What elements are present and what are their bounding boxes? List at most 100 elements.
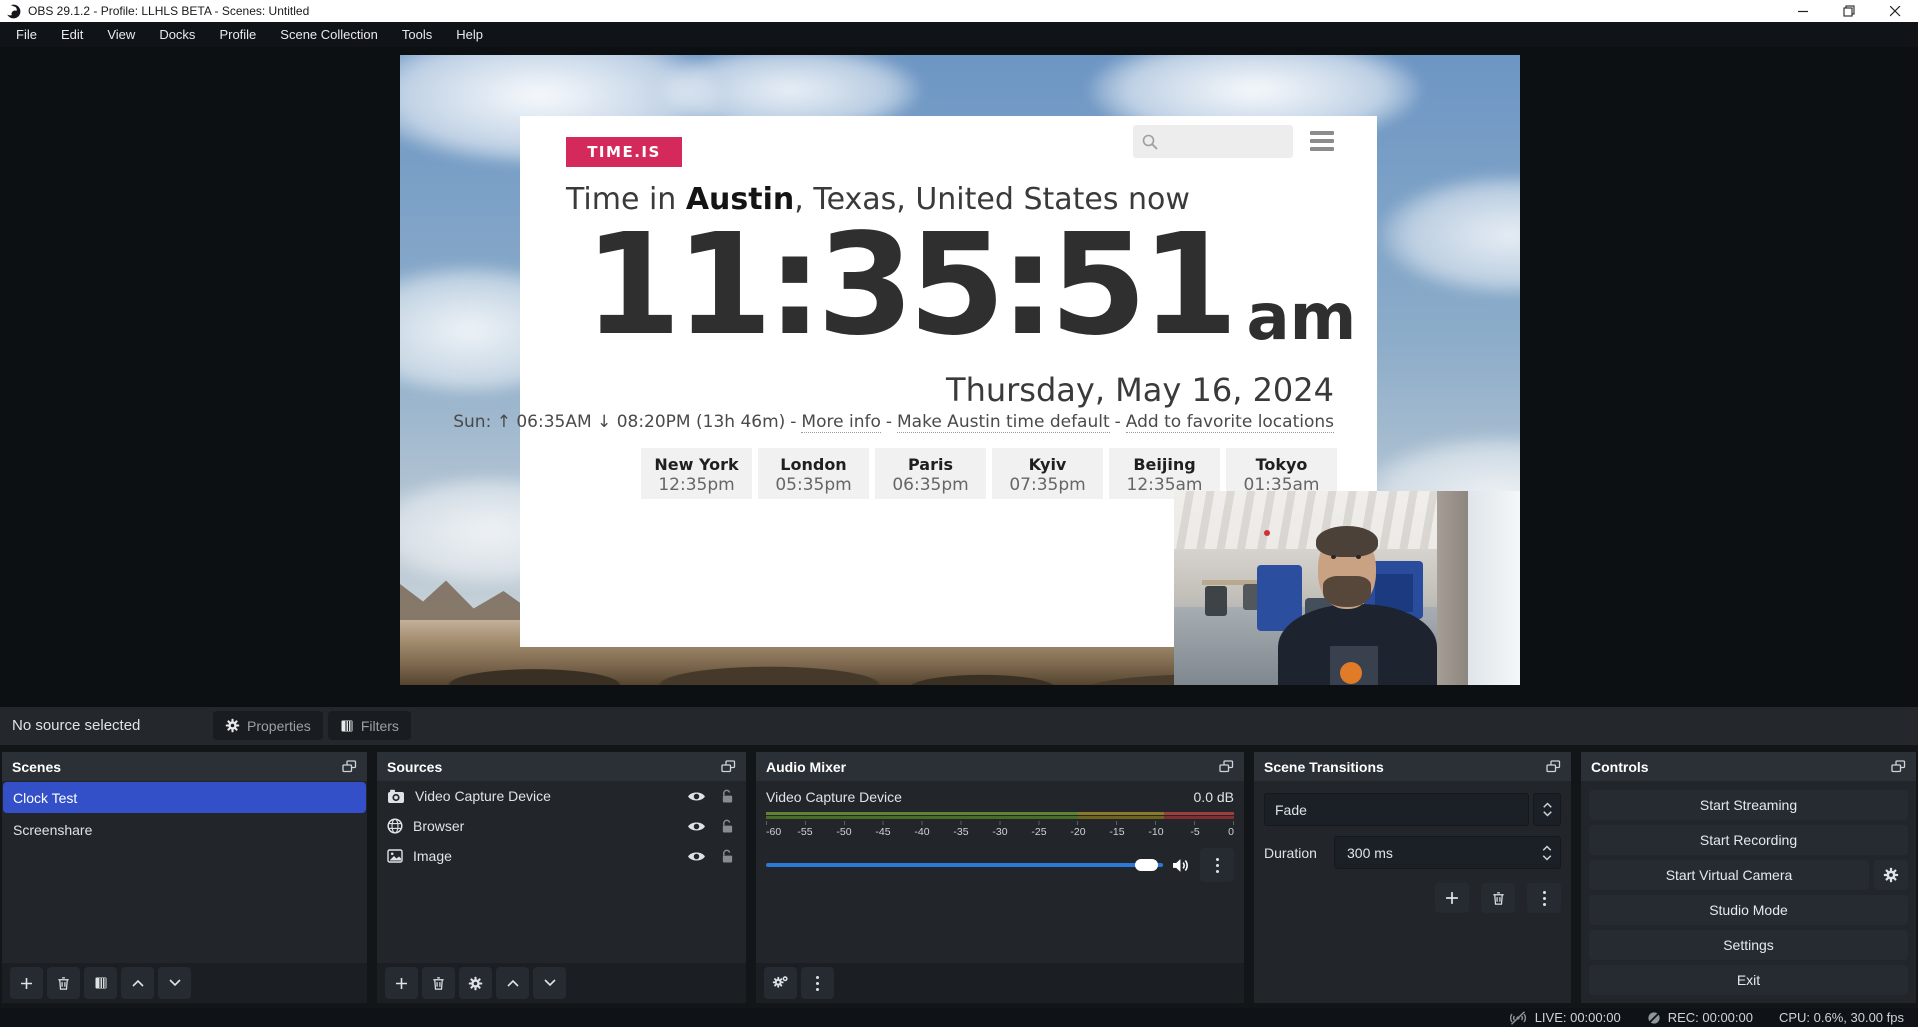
volume-slider-handle[interactable]	[1135, 859, 1158, 871]
popout-icon[interactable]	[1891, 760, 1906, 773]
close-button[interactable]	[1872, 0, 1918, 22]
transition-select-arrows[interactable]	[1533, 793, 1561, 826]
scenes-list: Clock Test Screenshare	[2, 781, 367, 963]
source-item-image[interactable]: Image	[377, 841, 746, 871]
plus-icon	[395, 977, 408, 990]
more-info-link[interactable]: More info	[801, 412, 880, 433]
popout-icon[interactable]	[1219, 760, 1234, 773]
minimize-button[interactable]	[1780, 0, 1826, 22]
menu-view[interactable]: View	[95, 22, 147, 47]
sources-header[interactable]: Sources	[377, 752, 746, 781]
popout-icon[interactable]	[721, 760, 736, 773]
start-streaming-button[interactable]: Start Streaming	[1589, 790, 1908, 820]
scene-item-screenshare[interactable]: Screenshare	[3, 814, 366, 845]
virtual-camera-config-button[interactable]	[1874, 860, 1908, 890]
sources-list: Video Capture Device Browser	[377, 781, 746, 963]
advanced-audio-button[interactable]	[764, 967, 797, 999]
menu-scene-collection[interactable]: Scene Collection	[268, 22, 390, 47]
popout-icon[interactable]	[342, 760, 357, 773]
lock-open-icon[interactable]	[721, 789, 734, 804]
scene-item-clock-test[interactable]: Clock Test	[3, 782, 366, 813]
add-scene-button[interactable]	[10, 967, 43, 999]
start-recording-button[interactable]: Start Recording	[1589, 825, 1908, 855]
popout-icon[interactable]	[1546, 760, 1561, 773]
preview-canvas[interactable]: TIME.IS Time in Austin, Texas, United St…	[400, 55, 1520, 685]
controls-header[interactable]: Controls	[1581, 752, 1916, 781]
favorite-locations-link[interactable]: Add to favorite locations	[1126, 412, 1334, 433]
move-scene-down-button[interactable]	[158, 967, 191, 999]
search-input[interactable]	[1133, 125, 1293, 158]
gear-icon	[225, 718, 240, 733]
filters-button[interactable]: Filters	[328, 711, 411, 740]
world-clock-london[interactable]: London 05:35pm	[758, 448, 869, 499]
chevron-up-icon[interactable]	[1542, 845, 1552, 851]
source-properties-button[interactable]	[459, 967, 492, 999]
volume-slider[interactable]	[766, 863, 1163, 867]
menu-profile[interactable]: Profile	[207, 22, 268, 47]
speaker-icon[interactable]	[1172, 858, 1191, 873]
menu-docks[interactable]: Docks	[147, 22, 207, 47]
trash-icon	[431, 976, 446, 991]
source-status-text: No source selected	[12, 707, 140, 745]
hamburger-menu-icon[interactable]	[1310, 131, 1334, 151]
webcam-alarm-light	[1264, 530, 1270, 536]
world-clock-new-york[interactable]: New York 12:35pm	[641, 448, 752, 499]
webcam-pillar	[1437, 491, 1468, 685]
eye-visible-icon[interactable]	[687, 790, 706, 803]
source-toolbar: No source selected Properties Filters	[0, 707, 1918, 745]
exit-button[interactable]: Exit	[1589, 965, 1908, 995]
transition-menu-button[interactable]	[1527, 883, 1561, 913]
stream-inactive-icon	[1508, 1011, 1528, 1025]
mixer-menu-button[interactable]	[801, 967, 834, 999]
remove-transition-button[interactable]	[1481, 883, 1515, 913]
scene-filters-button[interactable]	[84, 967, 117, 999]
scenes-header[interactable]: Scenes	[2, 752, 367, 781]
properties-button[interactable]: Properties	[213, 711, 323, 740]
settings-button[interactable]: Settings	[1589, 930, 1908, 960]
world-clock-paris[interactable]: Paris 06:35pm	[875, 448, 986, 499]
globe-icon	[387, 818, 403, 834]
start-virtual-camera-button[interactable]: Start Virtual Camera	[1589, 860, 1869, 890]
restore-button[interactable]	[1826, 0, 1872, 22]
menu-help[interactable]: Help	[444, 22, 495, 47]
audio-mixer-header[interactable]: Audio Mixer	[756, 752, 1244, 781]
move-source-down-button[interactable]	[533, 967, 566, 999]
scenes-panel: Scenes Clock Test Screenshare	[2, 752, 367, 1003]
transitions-header[interactable]: Scene Transitions	[1254, 752, 1571, 781]
chevron-down-icon[interactable]	[1542, 855, 1552, 861]
webcam-window	[1468, 491, 1520, 685]
remove-source-button[interactable]	[422, 967, 455, 999]
move-scene-up-button[interactable]	[121, 967, 154, 999]
studio-mode-button[interactable]: Studio Mode	[1589, 895, 1908, 925]
audio-mixer-toolbar	[756, 963, 1244, 1003]
rec-timer: REC: 00:00:00	[1668, 1010, 1753, 1025]
lock-open-icon[interactable]	[721, 819, 734, 834]
timeis-logo[interactable]: TIME.IS	[566, 137, 682, 167]
audio-mixer-title: Audio Mixer	[766, 759, 846, 775]
lock-open-icon[interactable]	[721, 849, 734, 864]
volume-meter	[766, 812, 1234, 819]
controls-panel: Controls Start Streaming Start Recording…	[1581, 752, 1916, 1003]
duration-spinbox[interactable]: 300 ms	[1334, 836, 1561, 869]
transition-select[interactable]: Fade	[1264, 793, 1529, 826]
menu-file[interactable]: File	[4, 22, 49, 47]
menu-edit[interactable]: Edit	[49, 22, 95, 47]
controls-title: Controls	[1591, 759, 1649, 775]
add-source-button[interactable]	[385, 967, 418, 999]
world-clock-kyiv[interactable]: Kyiv 07:35pm	[992, 448, 1103, 499]
remove-scene-button[interactable]	[47, 967, 80, 999]
move-source-up-button[interactable]	[496, 967, 529, 999]
eye-visible-icon[interactable]	[687, 820, 706, 833]
sources-toolbar	[377, 963, 746, 1003]
vertical-dots-icon	[1543, 891, 1546, 906]
source-item-browser[interactable]: Browser	[377, 811, 746, 841]
audio-mixer-panel: Audio Mixer Video Capture Device 0.0 dB	[756, 752, 1244, 1003]
menu-tools[interactable]: Tools	[390, 22, 444, 47]
sources-title: Sources	[387, 759, 442, 775]
chevron-down-icon	[1543, 811, 1552, 817]
source-item-video-capture[interactable]: Video Capture Device	[377, 781, 746, 811]
mixer-channel-menu-button[interactable]	[1200, 848, 1234, 882]
eye-visible-icon[interactable]	[687, 850, 706, 863]
add-transition-button[interactable]	[1435, 883, 1469, 913]
make-default-link[interactable]: Make Austin time default	[897, 412, 1110, 433]
